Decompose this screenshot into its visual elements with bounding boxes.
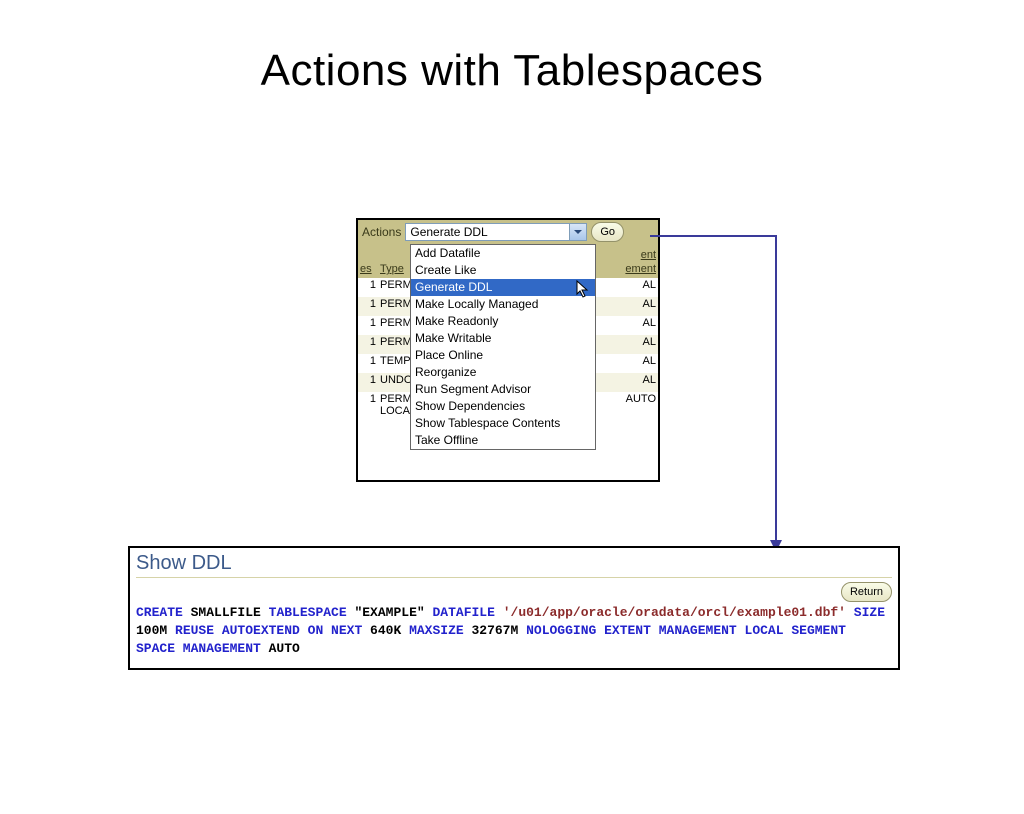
page-title: Actions with Tablespaces (0, 46, 1024, 96)
actions-option[interactable]: Show Tablespace Contents (411, 415, 595, 432)
actions-dropdown-list[interactable]: Add DatafileCreate LikeGenerate DDLMake … (410, 244, 596, 450)
return-button[interactable]: Return (841, 582, 892, 602)
actions-option[interactable]: Run Segment Advisor (411, 381, 595, 398)
actions-option[interactable]: Create Like (411, 262, 595, 279)
cursor-icon (576, 280, 590, 298)
show-ddl-panel: Show DDL Return CREATE SMALLFILE TABLESP… (128, 546, 900, 670)
actions-option[interactable]: Make Writable (411, 330, 595, 347)
actions-toolbar: Actions Generate DDL Go (358, 220, 658, 245)
actions-option[interactable]: Add Datafile (411, 245, 595, 262)
ddl-statement: CREATE SMALLFILE TABLESPACE "EXAMPLE" DA… (136, 604, 892, 658)
go-button[interactable]: Go (591, 222, 624, 242)
actions-option[interactable]: Generate DDL (411, 279, 595, 296)
actions-dropdown-value: Generate DDL (410, 225, 487, 239)
actions-option[interactable]: Reorganize (411, 364, 595, 381)
actions-option[interactable]: Make Readonly (411, 313, 595, 330)
actions-dropdown[interactable]: Generate DDL (405, 223, 587, 241)
tablespaces-actions-panel: Actions Generate DDL Go es Type ent emen… (356, 218, 660, 482)
col-es: es (358, 244, 378, 278)
actions-option[interactable]: Place Online (411, 347, 595, 364)
actions-label: Actions (362, 225, 401, 239)
chevron-down-icon (569, 224, 586, 240)
show-ddl-title: Show DDL (136, 550, 892, 578)
actions-option[interactable]: Take Offline (411, 432, 595, 449)
actions-option[interactable]: Make Locally Managed (411, 296, 595, 313)
actions-option[interactable]: Show Dependencies (411, 398, 595, 415)
